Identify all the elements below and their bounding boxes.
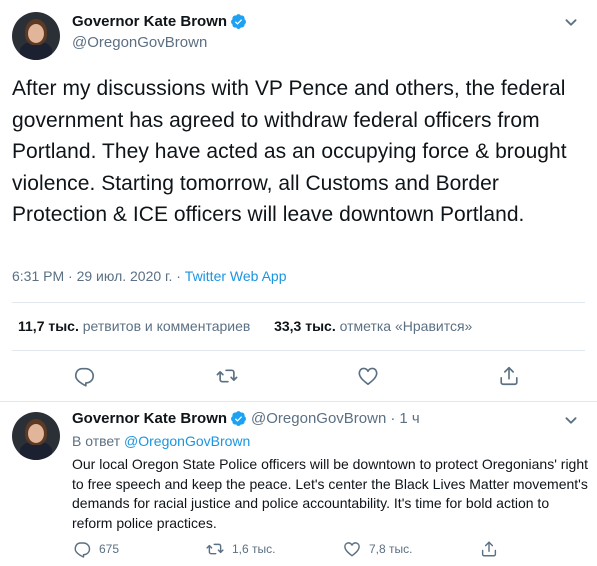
tweet-text: After my discussions with VP Pence and o… (12, 77, 567, 226)
verified-badge-icon (230, 410, 247, 427)
meta-separator: · (176, 268, 181, 284)
reply-to-link[interactable]: @OregonGovBrown (124, 433, 250, 449)
like-action[interactable]: 7,8 тыс. (343, 540, 412, 558)
divider (12, 350, 585, 351)
reply-icon (74, 542, 91, 558)
retweets-stat[interactable]: 11,7 тыс. ретвитов и комментариев (18, 318, 250, 334)
tweet-time[interactable]: 6:31 PM (12, 268, 64, 284)
retweet-icon (206, 543, 224, 555)
author-name[interactable]: Governor Kate Brown (72, 13, 227, 30)
reply-author-name[interactable]: Governor Kate Brown (72, 410, 227, 427)
reply-author-handle[interactable]: @OregonGovBrown (251, 410, 386, 427)
divider (0, 401, 597, 402)
share-action[interactable] (480, 540, 506, 558)
main-tweet: Governor Kate Brown @OregonGovBrown Afte… (0, 0, 597, 404)
reply-header: Governor Kate Brown @OregonGovBrown · 1 … (72, 410, 420, 427)
likes-label: отметка «Нравится» (339, 318, 473, 334)
reply-count: 675 (99, 542, 120, 556)
retweet-icon[interactable] (216, 365, 238, 387)
author-name-row[interactable]: Governor Kate Brown (72, 13, 247, 30)
chevron-down-icon[interactable] (560, 409, 582, 431)
reply-icon[interactable] (73, 365, 95, 387)
reply-action[interactable]: 675 (73, 540, 119, 558)
reply-text: Our local Oregon State Police officers w… (72, 456, 589, 531)
reply-to-line: В ответ @OregonGovBrown (72, 433, 250, 449)
like-icon (344, 542, 360, 557)
reply-age[interactable]: 1 ч (399, 410, 419, 427)
reply-prefix: В ответ (72, 433, 121, 449)
retweets-count: 11,7 тыс. (18, 318, 79, 334)
tweet-date[interactable]: 29 июл. 2020 г. (77, 268, 173, 284)
retweets-label: ретвитов и комментариев (82, 318, 251, 334)
share-icon (481, 541, 497, 557)
retweet-count: 1,6 тыс. (232, 542, 276, 556)
tweet-stats: 11,7 тыс. ретвитов и комментариев 33,3 т… (18, 318, 472, 334)
author-handle[interactable]: @OregonGovBrown (72, 34, 207, 51)
verified-badge-icon (230, 13, 247, 30)
like-count: 7,8 тыс. (369, 542, 413, 556)
meta-separator: · (68, 268, 73, 284)
divider (12, 302, 585, 303)
reply-header-dot: · (390, 410, 396, 427)
tweet-source-app[interactable]: Twitter Web App (185, 268, 287, 284)
tweet-meta: 6:31 PM · 29 июл. 2020 г. · Twitter Web … (12, 268, 286, 284)
likes-count: 33,3 тыс. (274, 318, 336, 334)
reply-author-avatar[interactable] (12, 412, 60, 460)
author-avatar[interactable] (12, 12, 60, 60)
chevron-down-icon[interactable] (560, 11, 582, 33)
like-icon[interactable] (357, 365, 379, 387)
likes-stat[interactable]: 33,3 тыс. отметка «Нравится» (274, 318, 472, 334)
share-icon[interactable] (498, 365, 520, 387)
retweet-action[interactable]: 1,6 тыс. (206, 540, 275, 558)
